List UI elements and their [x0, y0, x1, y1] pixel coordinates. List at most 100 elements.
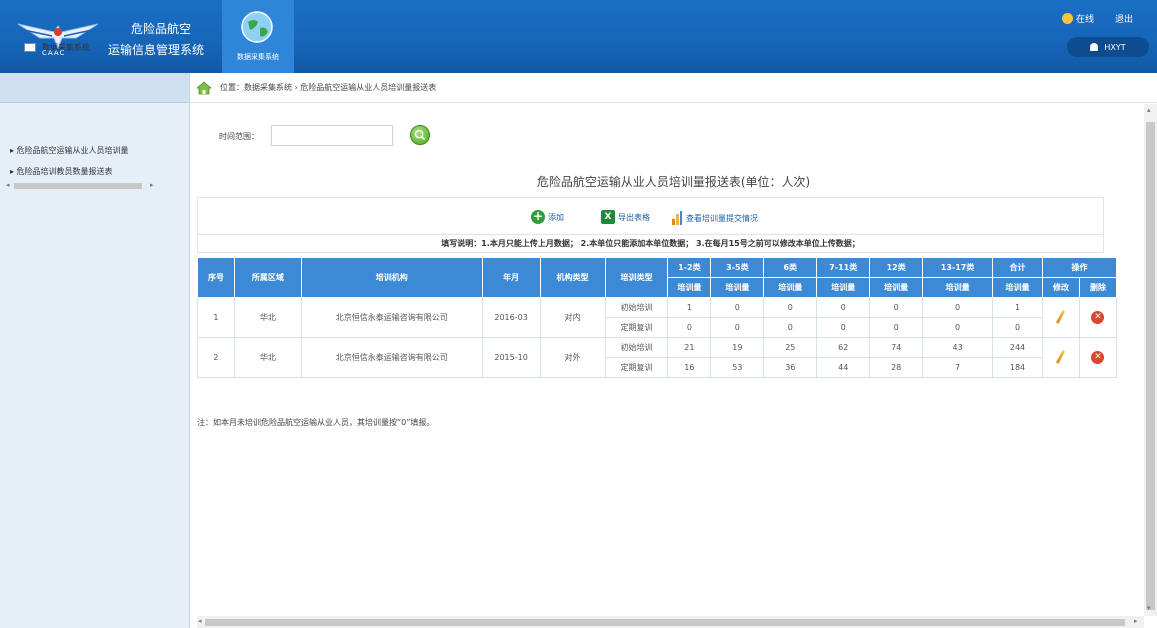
sub-training-volume: 培训量: [869, 277, 924, 298]
nav-tab-label: 数据采集系统: [237, 53, 279, 61]
sub-training-volume: 培训量: [710, 277, 765, 298]
instructions-note: 填写说明：1.本月只能上传上月数据； 2.本单位只能添加本单位数据； 3.在每月…: [197, 235, 1104, 253]
sub-training-volume: 培训量: [667, 277, 712, 298]
view-submission-button[interactable]: 查看培训量提交情况: [671, 210, 758, 226]
cell-value: 0: [763, 317, 818, 338]
table-row: 2 华北 北京恒信永泰运输咨询有限公司 2015-10 对外 初始培训 21 1…: [197, 337, 1118, 378]
system-title-line1: 危险品航空: [131, 22, 192, 36]
sidebar: [0, 73, 190, 628]
cell-value: 0: [869, 317, 924, 338]
cell-value: 62: [816, 337, 871, 358]
vertical-scrollbar[interactable]: ▴ ▾: [1144, 104, 1157, 616]
col-cat-13-17: 13-17类: [922, 257, 994, 278]
footnote: 注：如本月未培训危险品航空运输从业人员，其培训量按“0”填报。: [197, 418, 435, 427]
cell-train-type: 初始培训: [604, 337, 669, 358]
cell-org: 北京恒信永泰运输咨询有限公司: [300, 297, 483, 338]
monitor-icon: [24, 43, 36, 52]
home-icon[interactable]: [196, 80, 212, 95]
col-total: 合计: [992, 257, 1043, 278]
sub-training-volume: 培训量: [992, 277, 1043, 298]
cell-value: 43: [922, 337, 994, 358]
cell-org-type: 对内: [539, 297, 606, 338]
sidebar-top-bar: [0, 73, 189, 103]
breadcrumb-text: 位置：数据采集系统 › 危险品航空运输从业人员培训量报送表: [220, 83, 437, 92]
system-title-line2: 运输信息管理系统: [108, 43, 205, 57]
col-cat-12: 12类: [869, 257, 924, 278]
scroll-left-icon[interactable]: ◂: [198, 617, 202, 625]
cell-value: 0: [667, 317, 712, 338]
col-month: 年月: [481, 257, 541, 298]
cell-total: 244: [992, 337, 1043, 358]
cell-value: 28: [869, 357, 924, 378]
sub-training-volume: 培训量: [763, 277, 818, 298]
edit-button[interactable]: [1042, 337, 1080, 378]
delete-button[interactable]: ✕: [1078, 337, 1118, 378]
cell-value: 44: [816, 357, 871, 378]
cell-value: 0: [710, 297, 765, 318]
view-submission-label: 查看培训量提交情况: [686, 213, 758, 223]
col-edit: 修改: [1042, 277, 1080, 298]
username: HXYT: [1104, 42, 1126, 52]
scroll-right-icon[interactable]: ▸: [150, 181, 154, 189]
main-content: 时间范围： 危险品航空运输从业人员培训量报送表(单位：人次) + 添加 X 导出…: [197, 104, 1144, 612]
sidebar-item-training-volume[interactable]: ▸ 危险品航空运输从业人员培训量: [10, 145, 129, 156]
sidebar-scroll-thumb[interactable]: [14, 183, 142, 189]
scroll-right-icon[interactable]: ▸: [1134, 617, 1138, 625]
globe-icon: [241, 11, 273, 43]
scroll-left-icon[interactable]: ◂: [6, 181, 10, 189]
cell-month: 2016-03: [481, 297, 541, 338]
col-delete: 删除: [1078, 277, 1118, 298]
scroll-down-icon[interactable]: ▾: [1147, 604, 1151, 612]
cell-value: 0: [816, 297, 871, 318]
online-status: 在线: [1062, 12, 1094, 25]
col-cat-3-5: 3-5类: [710, 257, 765, 278]
sidebar-hscrollbar[interactable]: ◂ ▸: [6, 181, 158, 190]
col-ops: 操作: [1042, 257, 1117, 278]
excel-icon: X: [601, 210, 615, 224]
col-org: 培训机构: [300, 257, 483, 298]
cell-org-type: 对外: [539, 337, 606, 378]
cell-value: 0: [816, 317, 871, 338]
cell-value: 74: [869, 337, 924, 358]
add-button[interactable]: + 添加: [531, 210, 564, 224]
scroll-up-icon[interactable]: ▴: [1147, 106, 1151, 114]
time-range-input[interactable]: [271, 125, 393, 146]
cell-total: 184: [992, 357, 1043, 378]
cell-org: 北京恒信永泰运输咨询有限公司: [300, 337, 483, 378]
col-region: 所属区域: [233, 257, 302, 298]
col-cat-7-11: 7-11类: [816, 257, 871, 278]
cell-train-type: 定期复训: [604, 357, 669, 378]
pencil-icon: [1056, 309, 1066, 324]
edit-button[interactable]: [1042, 297, 1080, 338]
cell-total: 1: [992, 297, 1043, 318]
add-icon: +: [531, 209, 545, 224]
horizontal-scroll-thumb[interactable]: [205, 619, 1125, 626]
cell-value: 7: [922, 357, 994, 378]
horizontal-scrollbar[interactable]: ◂ ▸: [197, 616, 1144, 628]
col-cat-1-2: 1-2类: [667, 257, 712, 278]
delete-button[interactable]: ✕: [1078, 297, 1118, 338]
nav-tab-data-collection[interactable]: 数据采集系统: [222, 0, 294, 73]
cell-value: 21: [667, 337, 712, 358]
training-table: 序号 所属区域 培训机构 年月 机构类型 培训类型 1-2类 3-5类 6类 7…: [197, 257, 1118, 378]
cell-value: 1: [667, 297, 712, 318]
cell-value: 0: [869, 297, 924, 318]
cell-month: 2015-10: [481, 337, 541, 378]
time-range-label: 时间范围：: [219, 132, 259, 141]
cell-region: 华北: [233, 297, 302, 338]
export-button[interactable]: X 导出表格: [601, 210, 650, 224]
vertical-scroll-thumb[interactable]: [1146, 122, 1155, 610]
app-header: CAAC 危险品航空 运输信息管理系统 数据采集系统 在线 退出 HXYT: [0, 0, 1157, 73]
sidebar-heading[interactable]: 数据采集系统: [24, 42, 90, 53]
cell-value: 36: [763, 357, 818, 378]
cell-value: 19: [710, 337, 765, 358]
cell-seq: 1: [197, 297, 235, 338]
export-label: 导出表格: [618, 212, 650, 222]
sidebar-item-instructor-count[interactable]: ▸ 危险品培训教员数量报送表: [10, 166, 113, 177]
user-button[interactable]: HXYT: [1067, 37, 1149, 57]
table-row: 1 华北 北京恒信永泰运输咨询有限公司 2016-03 对内 初始培训 1 0 …: [197, 297, 1118, 338]
logout-link[interactable]: 退出: [1115, 12, 1133, 25]
search-button[interactable]: [410, 125, 430, 145]
report-title: 危险品航空运输从业人员培训量报送表(单位：人次): [536, 175, 811, 189]
sub-training-volume: 培训量: [922, 277, 994, 298]
